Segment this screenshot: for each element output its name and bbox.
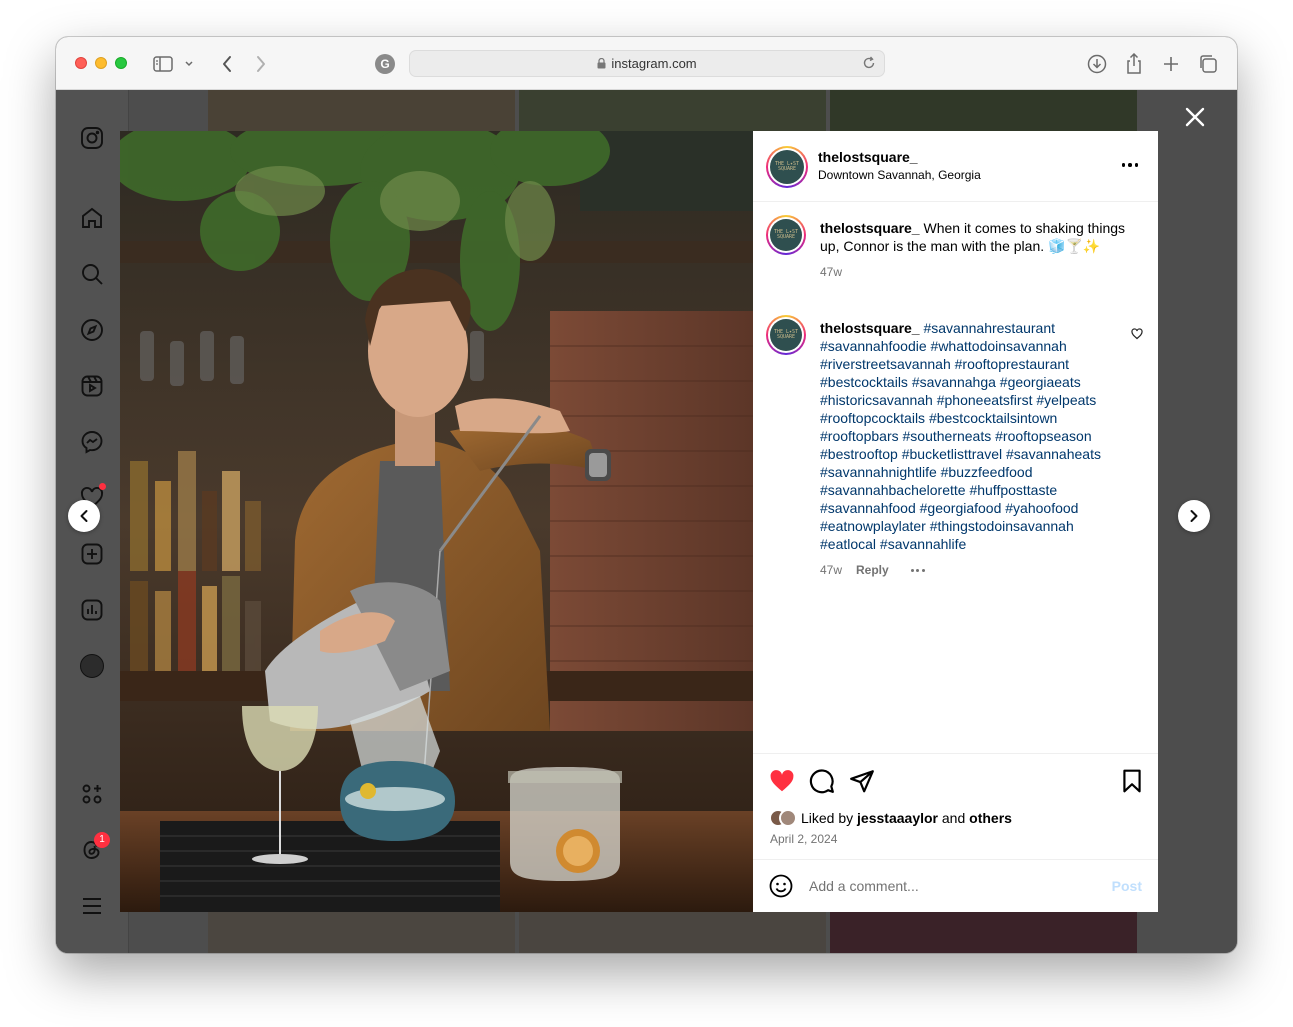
- liked-by-line: Liked by jesstaaaylor and others: [769, 809, 1012, 827]
- grid-tile: [208, 90, 515, 131]
- grid-tile: [519, 90, 826, 131]
- bartender-photo-illustration: [120, 131, 753, 912]
- add-comment-row: Add a comment... Post: [753, 859, 1158, 912]
- lock-icon: [597, 58, 606, 69]
- menu-icon[interactable]: [80, 894, 104, 918]
- liked-user[interactable]: jesstaaaylor: [857, 810, 938, 826]
- liked-prefix: Liked by: [801, 810, 854, 826]
- comment-input[interactable]: Add a comment...: [809, 878, 919, 894]
- instagram-logo-icon[interactable]: [80, 126, 104, 150]
- liked-and: and: [941, 810, 966, 826]
- comment-like-heart-icon[interactable]: [1131, 327, 1143, 345]
- comment-age: 47w: [820, 563, 843, 577]
- instagram-page: 1 THE L✦ST SQUARE thelostsquare_ Downtow…: [56, 90, 1237, 953]
- author-avatar[interactable]: THE L✦ST SQUARE: [766, 146, 808, 188]
- previous-post-button[interactable]: [68, 500, 100, 532]
- post-details-panel: THE L✦ST SQUARE thelostsquare_ Downtown …: [753, 131, 1158, 912]
- caption-username[interactable]: thelostsquare_: [820, 220, 920, 236]
- reload-icon[interactable]: [862, 56, 876, 75]
- emoji-icon[interactable]: [769, 874, 793, 903]
- hashtag-comment: thelostsquare_ #savannahrestaurant #sava…: [820, 319, 1120, 579]
- save-bookmark-icon[interactable]: [1119, 768, 1145, 794]
- minimize-window-button[interactable]: [95, 57, 107, 69]
- comment-more-icon[interactable]: [910, 568, 925, 572]
- post-date: April 2, 2024: [770, 832, 838, 846]
- home-icon[interactable]: [80, 206, 104, 230]
- zoom-window-button[interactable]: [115, 57, 127, 69]
- sidebar-toggle-icon[interactable]: [152, 53, 174, 75]
- download-icon[interactable]: [1086, 53, 1108, 75]
- comment-hashtags[interactable]: #savannahrestaurant #savannahfoodie #wha…: [820, 320, 1101, 552]
- threads-badge: 1: [94, 832, 110, 848]
- post-comment-button[interactable]: Post: [1112, 878, 1142, 894]
- caption-block: thelostsquare_ When it comes to shaking …: [820, 219, 1130, 281]
- insights-icon[interactable]: [80, 598, 104, 622]
- share-send-icon[interactable]: [849, 768, 875, 794]
- reels-icon[interactable]: [80, 374, 104, 398]
- notification-dot: [99, 483, 106, 490]
- comment-username[interactable]: thelostsquare_: [820, 320, 920, 336]
- close-window-button[interactable]: [75, 57, 87, 69]
- post-photo[interactable]: [120, 131, 753, 912]
- share-icon[interactable]: [1123, 53, 1145, 75]
- chevron-left-icon: [80, 510, 88, 522]
- profile-avatar[interactable]: [80, 654, 104, 678]
- chevron-right-icon: [1190, 510, 1198, 522]
- liker-avatar[interactable]: [779, 809, 797, 827]
- threads-apps-icon[interactable]: [80, 782, 104, 806]
- like-heart-icon[interactable]: [769, 768, 795, 794]
- address-bar[interactable]: instagram.com: [409, 50, 885, 77]
- back-icon[interactable]: [216, 53, 238, 75]
- grid-tile: [830, 912, 1137, 953]
- threads-icon[interactable]: 1: [80, 832, 110, 862]
- chevron-down-icon[interactable]: [182, 53, 196, 75]
- site-favicon-icon: G: [375, 54, 395, 74]
- caption-age: 47w: [820, 265, 843, 279]
- post-location[interactable]: Downtown Savannah, Georgia: [818, 168, 981, 182]
- close-modal-icon[interactable]: [1184, 106, 1206, 128]
- author-username[interactable]: thelostsquare_: [818, 149, 918, 165]
- next-post-button[interactable]: [1178, 500, 1210, 532]
- url-text: instagram.com: [611, 56, 697, 71]
- new-tab-icon[interactable]: [1160, 53, 1182, 75]
- browser-window: G instagram.com 1 THE L✦ST SQUARE thelos…: [56, 37, 1237, 953]
- create-icon[interactable]: [80, 542, 104, 566]
- search-icon[interactable]: [80, 262, 104, 286]
- grid-tile: [208, 912, 515, 953]
- caption-avatar[interactable]: THE L✦ST SQUARE: [766, 215, 806, 255]
- grid-gap: [1158, 90, 1164, 953]
- explore-icon[interactable]: [80, 318, 104, 342]
- more-options-icon[interactable]: [1121, 163, 1138, 167]
- tab-overview-icon[interactable]: [1197, 53, 1219, 75]
- reply-button[interactable]: Reply: [856, 561, 889, 579]
- post-actions: Liked by jesstaaaylor and others April 2…: [753, 753, 1158, 859]
- comment-avatar[interactable]: THE L✦ST SQUARE: [766, 315, 806, 355]
- grid-tile: [519, 912, 826, 953]
- grid-tile: [830, 90, 1137, 131]
- browser-toolbar: G instagram.com: [56, 37, 1237, 90]
- liked-others[interactable]: others: [969, 810, 1012, 826]
- post-header: THE L✦ST SQUARE thelostsquare_ Downtown …: [753, 131, 1158, 202]
- comment-icon[interactable]: [809, 768, 835, 794]
- forward-icon[interactable]: [250, 53, 272, 75]
- messenger-icon[interactable]: [80, 430, 104, 454]
